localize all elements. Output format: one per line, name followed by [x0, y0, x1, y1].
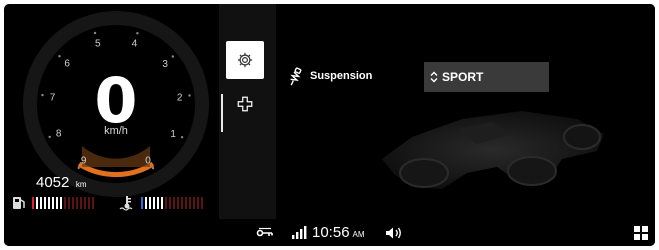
menu-tab-strip	[219, 4, 276, 219]
level-bar-segment	[56, 197, 58, 209]
speed-readout: 0	[94, 64, 138, 137]
rpm-tick-mark	[151, 166, 155, 170]
level-bar-segment	[173, 197, 175, 209]
instrument-cluster: 0 1 2 3 4 5 6 7 8 9 0 km/h 4052 km	[4, 4, 219, 219]
apps-menu-button[interactable]	[634, 219, 648, 246]
odometer-unit: km	[75, 180, 87, 189]
coolant-temp-icon	[119, 196, 133, 211]
settings-panel: Suspension SPORT	[276, 4, 655, 219]
level-bar-segment	[201, 197, 203, 209]
gear-icon	[237, 52, 253, 68]
suspension-mode-select[interactable]: SPORT	[424, 62, 549, 92]
level-bar-segment	[68, 197, 70, 209]
level-bar-segment	[88, 197, 90, 209]
key-indicator[interactable]	[256, 219, 274, 246]
rpm-tick-label: 7	[50, 92, 56, 103]
suspension-label: Suspension	[310, 70, 373, 82]
level-bar-segment	[197, 197, 199, 209]
signal-indicator	[291, 219, 307, 246]
rpm-tick-label: 0	[145, 155, 151, 166]
status-bar: 10:56 AM	[4, 219, 655, 246]
level-bar-segment	[64, 197, 66, 209]
fuel-pump-icon	[13, 197, 25, 209]
level-bar-segment	[189, 197, 191, 209]
level-bar-segment	[84, 197, 86, 209]
rpm-tick-mark	[48, 135, 51, 139]
level-bar-segment	[76, 197, 78, 209]
odometer-value: 4052	[36, 174, 70, 191]
level-bar-segment	[80, 197, 82, 209]
suspension-mode-value: SPORT	[442, 70, 484, 84]
display-screen: 0 1 2 3 4 5 6 7 8 9 0 km/h 4052 km Suspension SPO…	[4, 4, 655, 246]
volume-icon	[386, 227, 401, 238]
rpm-tick-label: 3	[162, 59, 168, 70]
rpm-tick-mark	[41, 93, 44, 97]
apps-grid-icon	[634, 225, 648, 240]
level-bar-segment	[72, 197, 74, 209]
level-bar-segment	[40, 197, 42, 209]
rpm-tick-mark	[77, 166, 80, 170]
rpm-tick-mark	[93, 31, 97, 35]
level-bar-segment	[193, 197, 195, 209]
rpm-tick-mark	[58, 55, 61, 58]
coolant-gauge	[119, 194, 205, 212]
rpm-tick-mark	[136, 32, 139, 35]
tab-add[interactable]	[233, 92, 257, 116]
odometer: 4052 km	[36, 174, 87, 192]
level-bar-segment	[32, 197, 34, 209]
level-bar-segment	[48, 197, 50, 209]
rpm-tick-label: 9	[81, 155, 87, 166]
key-icon	[256, 227, 273, 236]
rpm-tick-mark	[188, 94, 191, 97]
level-bar-segment	[36, 197, 38, 209]
volume-control[interactable]	[385, 219, 403, 246]
level-bar-segment	[165, 197, 167, 209]
signal-icon	[292, 225, 307, 239]
level-bar-segment	[181, 197, 183, 209]
level-bar-segment	[185, 197, 187, 209]
clock-time: 10:56	[312, 224, 350, 241]
rpm-tick-label: 5	[95, 39, 101, 50]
rpm-tick-mark	[171, 55, 174, 58]
level-bar-segment	[149, 197, 151, 209]
rpm-tick-label: 4	[132, 39, 138, 50]
coolant-level-bars	[141, 197, 205, 209]
rpm-tick-label: 2	[177, 93, 183, 104]
fuel-gauge	[12, 194, 96, 212]
level-bar-segment	[60, 197, 62, 209]
tab-settings[interactable]	[226, 41, 264, 79]
clock-ampm: AM	[352, 230, 365, 239]
rpm-fill	[82, 146, 150, 167]
level-bar-segment	[161, 197, 163, 209]
level-bar-segment	[177, 197, 179, 209]
up-down-chevron-icon	[430, 71, 438, 83]
speed-unit: km/h	[104, 125, 128, 137]
level-bar-segment	[145, 197, 147, 209]
level-bar-segment	[141, 197, 143, 209]
vehicle-silhouette	[382, 111, 604, 189]
level-bar-segment	[169, 197, 171, 209]
level-bar-segment	[44, 197, 46, 209]
rpm-tick-label: 1	[170, 129, 176, 140]
fuel-level-bars	[32, 197, 96, 209]
level-bar-segment	[52, 197, 54, 209]
level-bar-segment	[92, 197, 94, 209]
rpm-tick-label: 8	[56, 129, 62, 140]
plus-icon	[237, 96, 253, 112]
level-bar-segment	[153, 197, 155, 209]
rpm-tick-label: 6	[64, 59, 70, 70]
shock-absorber-icon	[290, 67, 302, 86]
scroll-indicator[interactable]	[221, 94, 223, 132]
rpm-tick-mark	[180, 136, 184, 139]
clock: 10:56 AM	[312, 219, 365, 246]
level-bar-segment	[157, 197, 159, 209]
